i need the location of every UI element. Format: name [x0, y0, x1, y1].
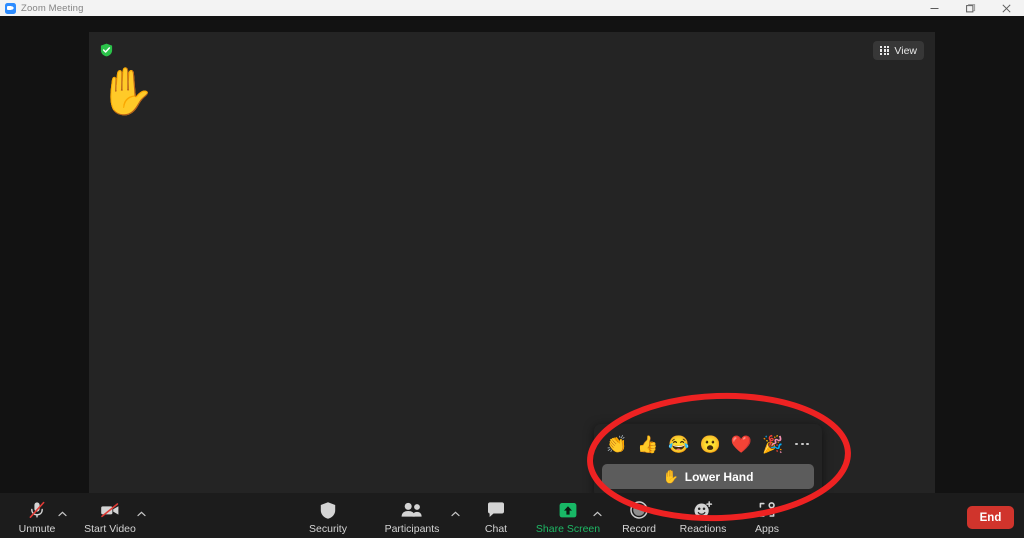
camera-off-icon — [99, 499, 121, 521]
unmute-options-caret[interactable] — [56, 508, 68, 520]
toolbar-item-record[interactable]: Record — [603, 499, 675, 535]
toolbar-label-chat: Chat — [485, 523, 507, 535]
reaction-party-popper-button[interactable]: 🎉 — [762, 436, 783, 453]
reaction-joy-button[interactable]: 😂 — [668, 436, 689, 453]
end-meeting-button[interactable]: End — [967, 506, 1014, 529]
toolbar-label-reactions: Reactions — [680, 523, 727, 535]
toolbar-item-reactions[interactable]: Reactions — [667, 499, 739, 535]
start-video-options-caret[interactable] — [135, 508, 147, 520]
lower-hand-icon: ✋ — [663, 470, 679, 483]
toolbar-item-chat[interactable]: Chat — [460, 499, 532, 535]
reaction-thumbs-up-button[interactable]: 👍 — [637, 436, 658, 453]
toolbar-label-start-video: Start Video — [84, 523, 136, 535]
toolbar-label-participants: Participants — [385, 523, 440, 535]
smiley-plus-icon — [692, 499, 714, 521]
toolbar-label-share-screen: Share Screen — [536, 523, 600, 535]
lower-hand-label: Lower Hand — [685, 470, 754, 484]
toolbar-item-apps[interactable]: Apps — [731, 499, 803, 535]
toolbar-item-participants[interactable]: Participants — [376, 499, 448, 535]
title-bar-left: Zoom Meeting — [0, 3, 84, 14]
maximize-icon[interactable] — [952, 0, 988, 16]
end-meeting-label: End — [980, 512, 1002, 524]
reactions-emoji-row: 👏 👍 😂 😮 ❤️ 🎉 — [602, 431, 814, 457]
apps-icon — [757, 499, 777, 521]
chat-bubble-icon — [486, 499, 506, 521]
window-title: Zoom Meeting — [21, 3, 84, 14]
toolbar-item-security[interactable]: Security — [292, 499, 364, 535]
window-controls — [916, 0, 1024, 16]
toolbar-label-record: Record — [622, 523, 656, 535]
close-icon[interactable] — [988, 0, 1024, 16]
minimize-icon[interactable] — [916, 0, 952, 16]
reaction-heart-button[interactable]: ❤️ — [731, 436, 752, 453]
reaction-clap-button[interactable]: 👏 — [606, 436, 627, 453]
shield-icon — [319, 499, 337, 521]
zoom-meeting-window: Zoom Meeting — [0, 0, 1024, 538]
record-circle-icon — [629, 499, 649, 521]
share-screen-options-caret[interactable] — [591, 508, 603, 520]
share-screen-up-arrow-icon — [557, 499, 579, 521]
view-button-label: View — [894, 45, 917, 57]
toolbar-label-unmute: Unmute — [19, 523, 56, 535]
more-reactions-icon[interactable] — [793, 443, 811, 446]
zoom-logo-icon — [5, 3, 16, 14]
reactions-popup: 👏 👍 😂 😮 ❤️ 🎉 ✋ Lower Hand — [594, 424, 822, 498]
people-icon — [400, 499, 424, 521]
meeting-stage: ✋ View — [0, 16, 1024, 493]
raised-hand-reaction-icon: ✋ — [98, 68, 155, 114]
microphone-muted-icon — [27, 499, 47, 521]
lower-hand-button[interactable]: ✋ Lower Hand — [602, 464, 814, 489]
toolbar-label-apps: Apps — [755, 523, 779, 535]
grid-view-icon — [880, 46, 889, 55]
toolbar-label-security: Security — [309, 523, 347, 535]
green-shield-check-icon — [100, 43, 113, 57]
reaction-open-mouth-button[interactable]: 😮 — [700, 436, 721, 453]
title-bar: Zoom Meeting — [0, 0, 1024, 16]
meeting-toolbar: Unmute Start Video — [0, 493, 1024, 538]
view-button[interactable]: View — [873, 41, 924, 60]
